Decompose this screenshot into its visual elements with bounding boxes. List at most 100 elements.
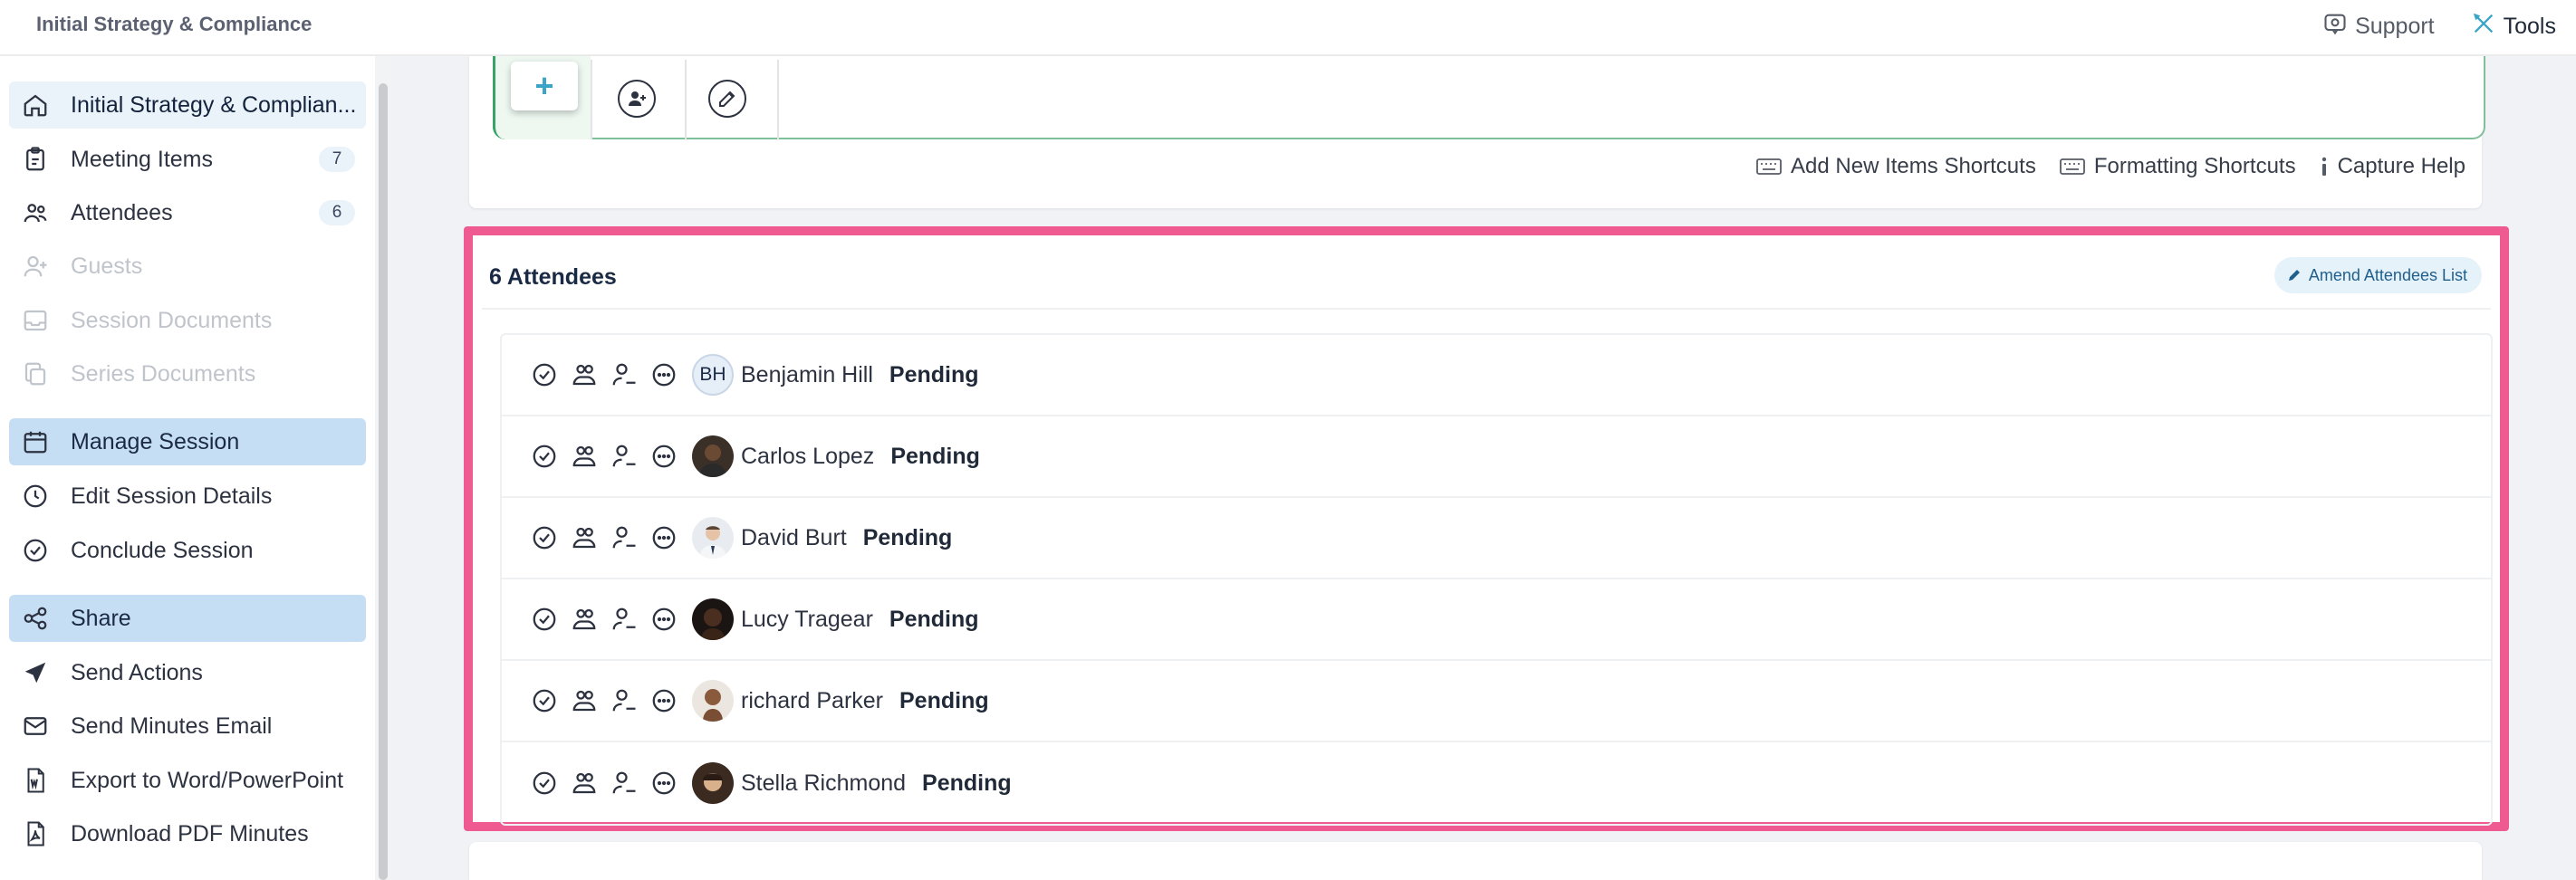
- formatting-shortcuts-link[interactable]: Formatting Shortcuts: [2059, 154, 2296, 179]
- home-icon: [20, 90, 51, 120]
- attendee-status: Pending: [899, 687, 989, 713]
- sidebar-item-download-pdf[interactable]: Download PDF Minutes: [9, 810, 366, 857]
- attended-check-icon[interactable]: [529, 359, 560, 390]
- attendee-row: Carlos Lopez Pending: [502, 416, 2491, 498]
- add-new-items-shortcuts-link[interactable]: Add New Items Shortcuts: [1756, 154, 2036, 179]
- attended-check-icon[interactable]: [529, 604, 560, 635]
- remove-user-icon[interactable]: [609, 359, 639, 390]
- share-icon: [20, 603, 51, 634]
- top-actions: Support Tools: [2322, 11, 2556, 43]
- edit-icon: [719, 91, 735, 107]
- attendee-status: Pending: [922, 770, 1012, 796]
- remove-user-icon[interactable]: [609, 522, 639, 553]
- group-icon[interactable]: [569, 359, 600, 390]
- editor-divider: [685, 60, 687, 139]
- attendee-status: Pending: [889, 361, 979, 387]
- more-options-icon[interactable]: [649, 441, 679, 472]
- amend-attendees-label: Amend Attendees List: [2308, 265, 2467, 284]
- tools-icon: [2471, 11, 2496, 43]
- pdf-file-icon: [20, 818, 51, 849]
- support-link[interactable]: Support: [2322, 11, 2435, 43]
- next-section-card: [469, 842, 2482, 880]
- more-options-icon[interactable]: [649, 685, 679, 716]
- attended-check-icon[interactable]: [529, 441, 560, 472]
- meeting-items-count-badge: 7: [319, 147, 355, 172]
- support-icon: [2322, 11, 2348, 43]
- sidebar-item-edit-session-details[interactable]: Edit Session Details: [9, 473, 366, 520]
- attended-check-icon[interactable]: [529, 768, 560, 799]
- sidebar-item-manage-session[interactable]: Manage Session: [9, 418, 366, 465]
- tools-label: Tools: [2503, 14, 2556, 39]
- remove-user-icon[interactable]: [609, 768, 639, 799]
- sidebar-item-session-documents[interactable]: Session Documents: [9, 297, 366, 344]
- add-item-button[interactable]: +: [511, 62, 578, 110]
- edit-note-button[interactable]: [708, 80, 746, 118]
- more-options-icon[interactable]: [649, 604, 679, 635]
- sidebar-item-meeting-items[interactable]: Meeting Items 7: [9, 136, 366, 183]
- sidebar-item-share[interactable]: Share: [9, 595, 366, 642]
- group-icon[interactable]: [569, 522, 600, 553]
- group-icon[interactable]: [569, 441, 600, 472]
- add-attendee-button[interactable]: [618, 80, 656, 118]
- sidebar-item-series-documents[interactable]: Series Documents: [9, 350, 366, 397]
- sidebar-item-label: Manage Session: [71, 428, 240, 454]
- group-icon[interactable]: [569, 685, 600, 716]
- sidebar-item-conclude-session[interactable]: Conclude Session: [9, 527, 366, 574]
- capture-editor-box[interactable]: [493, 56, 2485, 139]
- remove-user-icon[interactable]: [609, 604, 639, 635]
- keyboard-icon: [2059, 158, 2085, 175]
- attendees-panel: 6 Attendees Amend Attendees List BH Benj…: [464, 226, 2509, 831]
- avatar: [692, 762, 734, 804]
- sidebar-scrollbar[interactable]: [379, 83, 388, 880]
- group-icon[interactable]: [569, 768, 600, 799]
- editor-shortcuts: Add New Items Shortcuts Formatting Short…: [1756, 154, 2465, 179]
- sidebar-item-attendees[interactable]: Attendees 6: [9, 189, 366, 236]
- remove-user-icon[interactable]: [609, 685, 639, 716]
- attendees-header: 6 Attendees Amend Attendees List: [482, 244, 2491, 310]
- avatar: [692, 517, 734, 559]
- shortcut-label: Capture Help: [2337, 154, 2465, 178]
- more-options-icon[interactable]: [649, 768, 679, 799]
- sidebar-item-session-home[interactable]: Initial Strategy & Complian...: [9, 81, 366, 129]
- tools-link[interactable]: Tools: [2471, 11, 2556, 43]
- attended-check-icon[interactable]: [529, 685, 560, 716]
- editor-divider: [777, 60, 779, 139]
- remove-user-icon[interactable]: [609, 441, 639, 472]
- more-options-icon[interactable]: [649, 359, 679, 390]
- people-icon: [20, 197, 51, 228]
- sidebar-item-export-word[interactable]: Export to Word/PowerPoint: [9, 757, 366, 804]
- sidebar-item-label: Series Documents: [71, 360, 256, 387]
- amend-attendees-button[interactable]: Amend Attendees List: [2273, 257, 2482, 293]
- sidebar-item-label: Conclude Session: [71, 537, 254, 563]
- attendee-name: Stella Richmond: [741, 770, 907, 796]
- attendee-row: Stella Richmond Pending: [502, 742, 2491, 824]
- editor-divider: [591, 60, 592, 139]
- copy-icon: [20, 359, 51, 389]
- sidebar-item-label: Send Actions: [71, 659, 203, 685]
- sidebar-item-label: Initial Strategy & Complian...: [71, 91, 357, 118]
- info-icon: [2321, 157, 2326, 176]
- attended-check-icon[interactable]: [529, 522, 560, 553]
- avatar: BH: [692, 354, 734, 396]
- clipboard-icon: [20, 144, 51, 175]
- sidebar-item-label: Export to Word/PowerPoint: [71, 767, 344, 793]
- attendee-row: David Burt Pending: [502, 498, 2491, 579]
- word-file-icon: [20, 765, 51, 796]
- attendee-row: Lucy Tragear Pending: [502, 579, 2491, 661]
- sidebar-item-label: Share: [71, 605, 131, 631]
- add-person-icon: [629, 91, 646, 106]
- sidebar-item-guests[interactable]: Guests: [9, 243, 366, 290]
- sidebar-item-send-actions[interactable]: Send Actions: [9, 649, 366, 696]
- more-options-icon[interactable]: [649, 522, 679, 553]
- shortcut-label: Add New Items Shortcuts: [1791, 154, 2036, 178]
- capture-help-link[interactable]: Capture Help: [2320, 154, 2465, 179]
- sidebar-item-label: Meeting Items: [71, 146, 214, 172]
- group-icon[interactable]: [569, 604, 600, 635]
- sidebar-item-label: Download PDF Minutes: [71, 820, 309, 847]
- attendee-row: BH Benjamin Hill Pending: [502, 335, 2491, 416]
- paper-plane-icon: [20, 657, 51, 688]
- sidebar-item-label: Send Minutes Email: [71, 713, 273, 739]
- sidebar-item-send-minutes-email[interactable]: Send Minutes Email: [9, 703, 366, 750]
- attendee-row: richard Parker Pending: [502, 661, 2491, 742]
- sidebar-item-label: Guests: [71, 253, 143, 279]
